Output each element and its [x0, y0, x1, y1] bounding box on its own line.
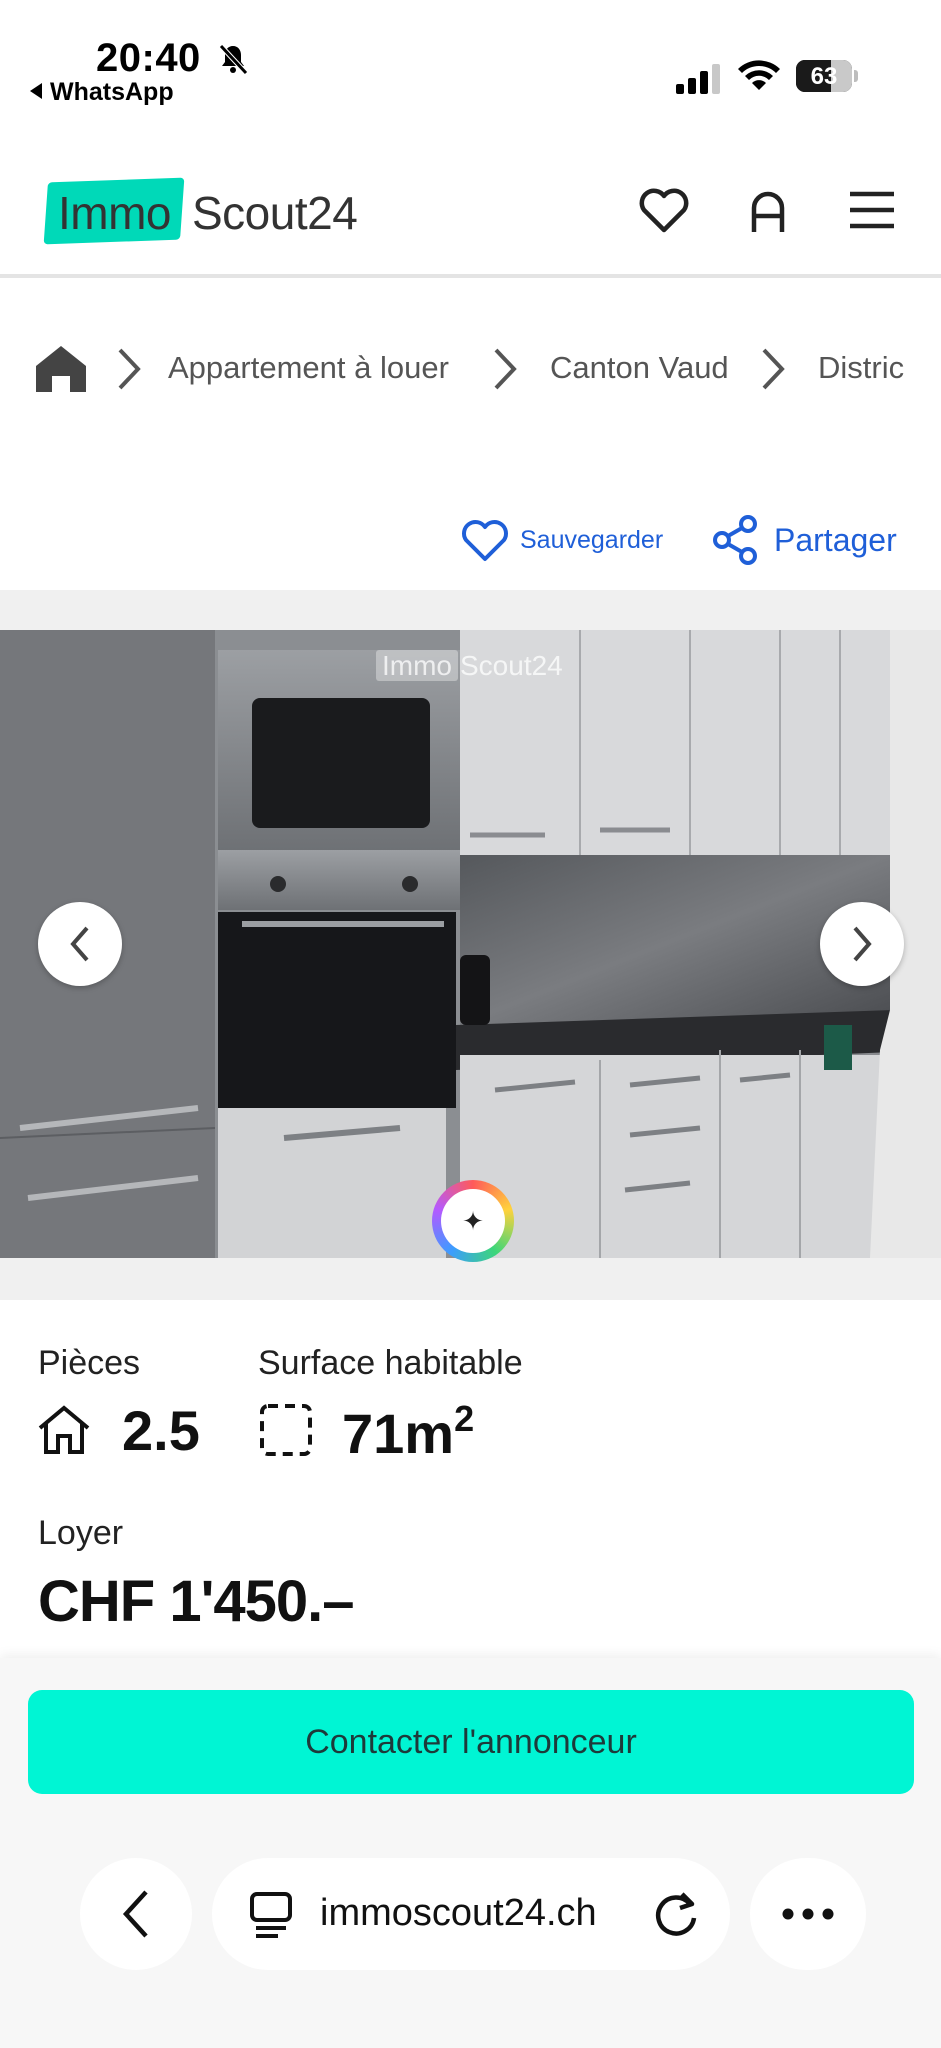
rooms-label: Pièces: [38, 1344, 141, 1382]
ai-sparkle-button[interactable]: ✦: [432, 1180, 514, 1262]
status-bar: 20:40 WhatsApp 63: [0, 0, 941, 120]
reload-icon[interactable]: [652, 1890, 700, 1938]
site-header: Immo Scout24: [0, 120, 941, 278]
share-label: Partager: [774, 521, 897, 558]
home-icon[interactable]: [34, 344, 88, 394]
bottom-bar: Contacter l'annonceur immoscout24.ch: [0, 1658, 941, 2048]
watermark-scout: Scout24: [460, 650, 563, 681]
menu-icon[interactable]: [844, 182, 900, 238]
area-value: 71m2: [342, 1398, 474, 1466]
ellipsis-icon: [782, 1908, 834, 1920]
url-text: immoscout24.ch: [320, 1892, 597, 1934]
listing-actions: Sauvegarder Partager: [0, 508, 941, 572]
logo-scout-text: Scout24: [192, 187, 358, 239]
breadcrumb-item-appartement[interactable]: Appartement à louer: [168, 350, 449, 386]
share-icon: [713, 515, 757, 565]
more-options-button[interactable]: [750, 1858, 866, 1970]
area-icon: [260, 1404, 312, 1456]
rent-label: Loyer: [38, 1514, 124, 1552]
house-icon: [38, 1405, 90, 1454]
logo-immo-text: Immo: [58, 187, 172, 239]
sparkle-icon: ✦: [441, 1189, 505, 1253]
rent-value: CHF 1'450.–: [38, 1569, 355, 1634]
area-label: Surface habitable: [258, 1344, 523, 1382]
bell-muted-icon: [219, 44, 248, 75]
contact-advertiser-button[interactable]: Contacter l'annonceur: [28, 1690, 914, 1794]
breadcrumb: Appartement à louer Canton Vaud Distric: [34, 338, 904, 398]
breadcrumb-item-canton[interactable]: Canton Vaud: [550, 350, 729, 386]
signal-icon: [676, 64, 720, 94]
page-menu-icon[interactable]: [248, 1890, 294, 1938]
chevron-right-icon: [494, 348, 517, 390]
watermark-immo: Immo: [376, 650, 458, 681]
breadcrumb-item-district[interactable]: Distric: [818, 350, 904, 386]
back-triangle-icon: [30, 83, 42, 99]
chevron-right-icon: [118, 348, 141, 390]
status-time: 20:40: [96, 36, 201, 80]
kitchen-photo: [0, 630, 941, 1258]
next-photo-button[interactable]: [820, 902, 904, 986]
user-icon[interactable]: [740, 182, 796, 238]
share-button[interactable]: Partager: [712, 508, 897, 572]
browser-back-button[interactable]: [80, 1858, 192, 1970]
battery-level: 63: [810, 63, 838, 90]
wifi-icon: [738, 60, 780, 90]
chevron-left-icon: [70, 926, 89, 962]
save-button[interactable]: Sauvegarder: [460, 508, 663, 572]
previous-photo-button[interactable]: [38, 902, 122, 986]
back-to-app-link[interactable]: WhatsApp: [30, 78, 174, 107]
gallery-watermark: Immo Scout24: [376, 650, 563, 682]
area-unit-exponent: 2: [454, 1398, 475, 1439]
area-number: 71m: [342, 1402, 455, 1465]
back-app-label: WhatsApp: [50, 78, 174, 106]
chevron-right-icon: [762, 348, 785, 390]
chevron-right-icon: [853, 926, 872, 962]
heart-icon[interactable]: [636, 182, 692, 238]
battery-indicator: 63: [796, 60, 858, 92]
photo-gallery[interactable]: Immo Scout24: [0, 630, 941, 1258]
heart-outline-icon: [462, 520, 508, 561]
address-bar[interactable]: immoscout24.ch: [212, 1858, 730, 1970]
save-label: Sauvegarder: [520, 525, 664, 554]
rooms-value: 2.5: [122, 1399, 200, 1462]
chevron-left-icon: [122, 1890, 148, 1938]
